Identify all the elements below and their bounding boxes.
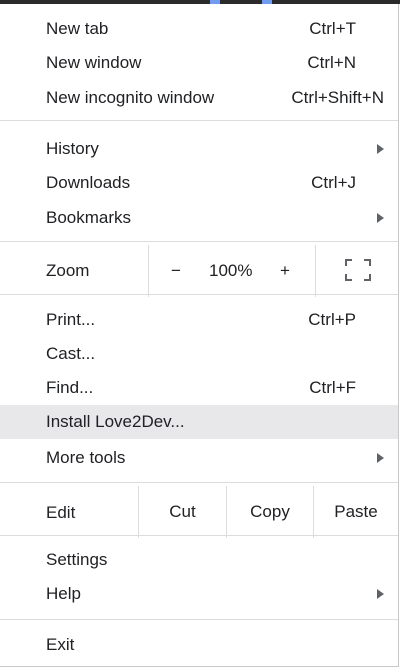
menu-item-shortcut: Ctrl+F: [309, 378, 356, 397]
menu-item-new-window[interactable]: New window Ctrl+N: [0, 46, 398, 80]
menu-item-label: Cast...: [46, 344, 96, 363]
paste-button[interactable]: Paste: [314, 486, 398, 538]
menu-separator: [0, 619, 398, 620]
menu-item-find[interactable]: Find... Ctrl+F: [0, 371, 398, 405]
menu-item-label: Exit: [46, 635, 75, 654]
cut-button[interactable]: Cut: [139, 486, 226, 538]
copy-button[interactable]: Copy: [227, 486, 313, 538]
menu-item-label: History: [46, 139, 99, 158]
menu-item-help[interactable]: Help: [0, 577, 398, 611]
submenu-arrow-icon: [377, 144, 384, 154]
menu-item-new-tab[interactable]: New tab Ctrl+T: [0, 12, 398, 46]
menu-item-label: More tools: [46, 448, 126, 467]
zoom-divider: [148, 245, 149, 297]
menu-item-shortcut: Ctrl+T: [309, 19, 356, 38]
menu-item-shortcut: Ctrl+P: [308, 310, 356, 329]
browser-menu: New tab Ctrl+T New window Ctrl+N New inc…: [0, 4, 399, 667]
zoom-label: Zoom: [46, 261, 90, 280]
submenu-arrow-icon: [377, 213, 384, 223]
menu-item-exit[interactable]: Exit: [0, 628, 398, 662]
menu-item-label: Help: [46, 584, 81, 603]
edit-label: Edit: [46, 503, 76, 522]
menu-item-label: Settings: [46, 550, 108, 569]
zoom-row: Zoom − 100% +: [0, 245, 398, 297]
menu-separator: [0, 241, 398, 242]
menu-item-shortcut: Ctrl+Shift+N: [291, 88, 384, 107]
menu-item-label: Print...: [46, 310, 96, 329]
menu-item-label: New incognito window: [46, 88, 215, 107]
menu-item-settings[interactable]: Settings: [0, 543, 398, 577]
menu-item-label: Downloads: [46, 173, 131, 192]
menu-item-downloads[interactable]: Downloads Ctrl+J: [0, 166, 398, 200]
menu-item-cast[interactable]: Cast...: [0, 337, 398, 371]
zoom-divider: [315, 245, 316, 297]
zoom-level: 100%: [209, 261, 253, 280]
menu-item-shortcut: Ctrl+J: [311, 173, 356, 192]
menu-item-label: Bookmarks: [46, 208, 132, 227]
menu-item-install-app[interactable]: Install Love2Dev...: [0, 405, 398, 439]
menu-item-label: Install Love2Dev...: [46, 412, 185, 431]
fullscreen-icon[interactable]: [345, 259, 371, 281]
menu-item-more-tools[interactable]: More tools: [0, 441, 398, 475]
menu-separator: [0, 294, 398, 295]
submenu-arrow-icon: [377, 589, 384, 599]
menu-separator: [0, 482, 398, 483]
menu-separator: [0, 120, 398, 121]
submenu-arrow-icon: [377, 453, 384, 463]
menu-item-label: New tab: [46, 19, 109, 38]
menu-separator: [0, 535, 398, 536]
menu-item-print[interactable]: Print... Ctrl+P: [0, 303, 398, 337]
edit-row: Edit Cut Copy Paste: [0, 486, 398, 538]
menu-item-shortcut: Ctrl+N: [307, 53, 356, 72]
menu-item-new-incognito-window[interactable]: New incognito window Ctrl+Shift+N: [0, 81, 398, 115]
zoom-in-button[interactable]: +: [280, 261, 290, 281]
menu-item-history[interactable]: History: [0, 132, 398, 166]
menu-item-label: New window: [46, 53, 142, 72]
zoom-out-button[interactable]: −: [171, 261, 181, 281]
menu-item-bookmarks[interactable]: Bookmarks: [0, 201, 398, 235]
menu-item-label: Find...: [46, 378, 94, 397]
